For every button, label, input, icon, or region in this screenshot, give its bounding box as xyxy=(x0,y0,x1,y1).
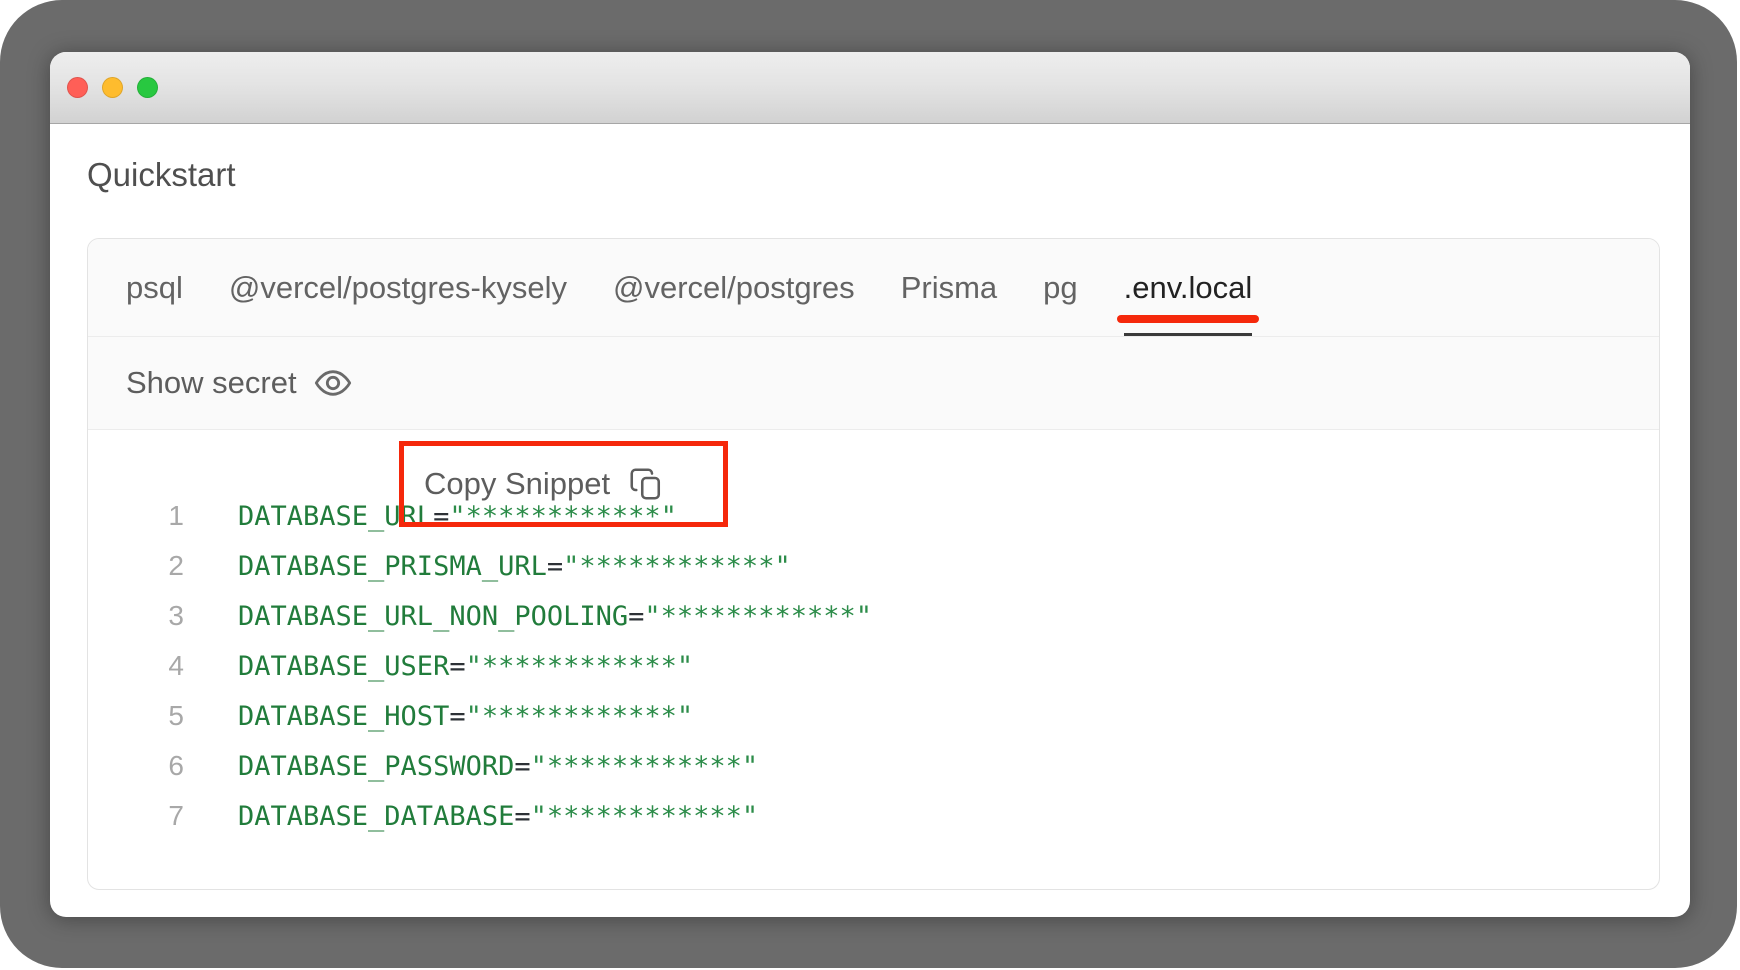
tab-label: .env.local xyxy=(1124,270,1253,306)
show-secret-label: Show secret xyxy=(126,365,297,401)
line-number: 1 xyxy=(88,500,184,532)
line-number: 3 xyxy=(88,600,184,632)
line-number: 2 xyxy=(88,550,184,582)
copy-snippet-button[interactable]: Copy Snippet xyxy=(424,466,664,502)
close-button[interactable] xyxy=(67,77,88,98)
tab-psql[interactable]: psql xyxy=(126,239,183,336)
show-secret-button[interactable]: Show secret xyxy=(126,363,353,403)
tab-vercel-postgres[interactable]: @vercel/postgres xyxy=(613,239,855,336)
annotation-copy-snippet-box: Copy Snippet xyxy=(399,441,728,527)
code-line: 2 DATABASE_PRISMA_URL="************" xyxy=(88,541,1659,591)
code-line: 1DATABASE_URL="************" xyxy=(88,491,1659,541)
app-window: Quickstart psql @vercel/postgres-kysely @v… xyxy=(50,52,1690,917)
tab-label: Prisma xyxy=(901,270,997,306)
code-line: 3 DATABASE_URL_NON_POOLING="************" xyxy=(88,591,1659,641)
annotation-tab-underline xyxy=(1117,315,1260,323)
code-text: DATABASE_HOST="************" xyxy=(238,701,693,732)
tab-label: @vercel/postgres xyxy=(613,270,855,306)
line-number: 4 xyxy=(88,650,184,682)
tab-env-local[interactable]: .env.local xyxy=(1124,239,1253,336)
page-title: Quickstart xyxy=(87,156,236,194)
snippet-toolbar: Show secret Copy Snippet xyxy=(88,337,1659,430)
tab-label: psql xyxy=(126,270,183,306)
snippet-card: psql @vercel/postgres-kysely @vercel/postg… xyxy=(87,238,1660,890)
window-titlebar[interactable] xyxy=(50,52,1690,124)
code-line: 7 DATABASE_DATABASE="************" xyxy=(88,791,1659,841)
eye-icon xyxy=(313,363,353,403)
tab-vercel-postgres-kysely[interactable]: @vercel/postgres-kysely xyxy=(229,239,567,336)
minimize-button[interactable] xyxy=(102,77,123,98)
code-line: 6 DATABASE_PASSWORD="************" xyxy=(88,741,1659,791)
code-text: DATABASE_DATABASE="************" xyxy=(238,801,758,832)
tab-label: @vercel/postgres-kysely xyxy=(229,270,567,306)
copy-icon xyxy=(628,466,664,502)
tab-bar: psql @vercel/postgres-kysely @vercel/postg… xyxy=(88,239,1659,337)
zoom-button[interactable] xyxy=(137,77,158,98)
tab-pg[interactable]: pg xyxy=(1043,239,1077,336)
code-text: DATABASE_URL_NON_POOLING="************" xyxy=(238,601,872,632)
screenshot-stage: Quickstart psql @vercel/postgres-kysely @v… xyxy=(0,0,1740,970)
code-text: DATABASE_PASSWORD="************" xyxy=(238,751,758,782)
line-number: 6 xyxy=(88,750,184,782)
code-text: DATABASE_USER="************" xyxy=(238,651,693,682)
code-line: 5 DATABASE_HOST="************" xyxy=(88,691,1659,741)
tab-label: pg xyxy=(1043,270,1077,306)
line-number: 5 xyxy=(88,700,184,732)
code-block: 1DATABASE_URL="************" 2 DATABASE_PR… xyxy=(88,430,1659,841)
copy-snippet-label: Copy Snippet xyxy=(424,466,610,502)
active-tab-indicator xyxy=(1124,333,1253,336)
code-line: 4 DATABASE_USER="************" xyxy=(88,641,1659,691)
code-text: DATABASE_PRISMA_URL="************" xyxy=(238,551,791,582)
line-number: 7 xyxy=(88,800,184,832)
tab-prisma[interactable]: Prisma xyxy=(901,239,997,336)
